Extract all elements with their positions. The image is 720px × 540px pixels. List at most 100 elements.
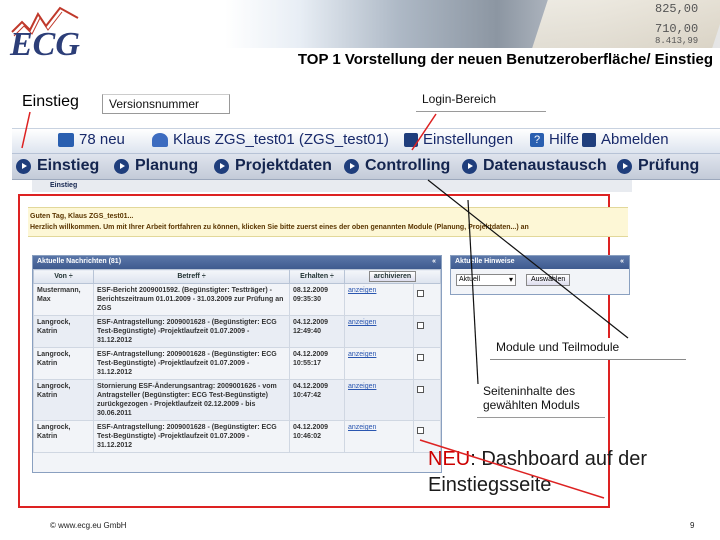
nav-label: Einstieg (37, 157, 100, 174)
col-subject[interactable]: Betreff ÷ (93, 269, 290, 284)
breadcrumb: Einstieg (32, 180, 632, 192)
cell-received: 04.12.2009 12:49:40 (289, 315, 345, 348)
show-link[interactable]: anzeigen (348, 287, 376, 294)
help-icon: ? (530, 132, 544, 147)
help-label: Hilfe (549, 131, 580, 148)
show-link[interactable]: anzeigen (348, 383, 376, 390)
help-link[interactable]: ? Hilfe (530, 131, 579, 148)
row-checkbox[interactable] (416, 354, 424, 361)
callout-dashboard: NEU: Dashboard auf der Einstiegsseite (428, 446, 720, 498)
header-photo: 825,00 710,00 8.413,99 (225, 0, 720, 48)
hints-panel: Aktuelle Hinweise « Aktuell Auswählen (450, 255, 630, 295)
cell-received: 04.12.2009 10:55:17 (289, 347, 345, 380)
envelope-icon (58, 132, 74, 147)
welcome-text: Herzlich willkommen. Um mit Ihrer Arbeit… (30, 224, 529, 231)
cell-subject: ESF-Antragstellung: 2009001628 - (Begüns… (93, 347, 290, 380)
welcome-banner: Guten Tag, Klaus ZGS_test01... Herzlich … (28, 207, 628, 237)
ecg-logo: ECG (10, 26, 80, 63)
slide-title: TOP 1 Vorstellung der neuen Benutzerober… (297, 51, 713, 68)
photo-number: 8.413,99 (655, 36, 699, 46)
cell-from: Langrock, Katrin (33, 420, 94, 453)
row-checkbox[interactable] (416, 290, 424, 297)
hints-filter-select[interactable]: Aktuell (456, 274, 516, 286)
photo-number: 710,00 (655, 22, 699, 36)
select-button[interactable]: Auswählen (526, 274, 571, 286)
nav-label: Datenaustausch (483, 157, 607, 174)
hints-title: Aktuelle Hinweise (455, 258, 515, 265)
cell-subject: ESF-Antragstellung: 2009001628 - (Begüns… (93, 315, 290, 348)
arrow-right-icon (114, 158, 129, 174)
archive-button[interactable]: archivieren (368, 271, 417, 282)
show-link[interactable]: anzeigen (348, 351, 376, 358)
cell-from: Mustermann, Max (33, 283, 94, 316)
cell-received: 04.12.2009 10:46:02 (289, 420, 345, 453)
hints-panel-header: Aktuelle Hinweise « (451, 256, 629, 269)
arrow-right-icon (214, 158, 229, 174)
news-table: Von ÷ Betreff ÷ Erhalten ÷ archivieren M… (33, 269, 442, 453)
footer-copyright: © www.ecg.eu GmbH (50, 521, 127, 530)
table-row: Langrock, Katrin Stornierung ESF-Änderun… (33, 379, 442, 421)
collapse-button[interactable]: « (432, 258, 436, 265)
logout-label: Abmelden (601, 131, 669, 148)
col-received[interactable]: Erhalten ÷ (289, 269, 345, 284)
user-name: Klaus ZGS_test01 (ZGS_test01) (173, 131, 389, 148)
row-checkbox[interactable] (416, 386, 424, 393)
settings-icon (404, 132, 418, 147)
show-link[interactable]: anzeigen (348, 319, 376, 326)
page-number: 9 (690, 521, 695, 530)
nav-label: Planung (135, 157, 199, 174)
nav-label: Prüfung (638, 157, 700, 174)
photo-number: 825,00 (655, 2, 699, 16)
col-from[interactable]: Von ÷ (33, 269, 94, 284)
collapse-button[interactable]: « (620, 258, 624, 265)
nav-planung[interactable]: Planung (114, 157, 198, 175)
callout-modules: Module und Teilmodule (490, 338, 686, 360)
table-row: Langrock, Katrin ESF-Antragstellung: 200… (33, 420, 442, 453)
callout-login: Login-Bereich (416, 90, 546, 112)
settings-label: Einstellungen (423, 131, 514, 148)
logout-link[interactable]: Abmelden (582, 131, 669, 148)
messages-link[interactable]: 78 neu (58, 131, 125, 148)
cell-from: Langrock, Katrin (33, 347, 94, 380)
welcome-greeting: Guten Tag, Klaus ZGS_test01... (30, 213, 134, 220)
logout-icon (582, 132, 596, 147)
cell-received: 04.12.2009 10:47:42 (289, 379, 345, 421)
cell-subject: ESF-Bericht 2009001592. (Begünstigter: T… (93, 283, 290, 316)
nav-label: Projektdaten (235, 157, 332, 174)
row-checkbox[interactable] (416, 427, 424, 434)
nav-projektdaten[interactable]: Projektdaten (214, 157, 332, 175)
nav-datenaustausch[interactable]: Datenaustausch (462, 157, 607, 175)
slide-label: Einstieg (22, 93, 79, 110)
messages-count: 78 neu (79, 131, 125, 148)
table-row: Langrock, Katrin ESF-Antragstellung: 200… (33, 315, 442, 348)
nav-pruefung[interactable]: Prüfung (617, 157, 699, 175)
settings-link[interactable]: Einstellungen (404, 131, 513, 148)
cell-subject: Stornierung ESF-Änderungsantrag: 2009001… (93, 379, 290, 421)
news-panel: Aktuelle Nachrichten (81) « Von ÷ Betref… (32, 255, 442, 473)
col-actions: archivieren (344, 269, 441, 284)
nav-einstieg[interactable]: Einstieg (16, 157, 99, 175)
table-row: Mustermann, Max ESF-Bericht 2009001592. … (33, 283, 442, 316)
top-toolbar: 78 neu Klaus ZGS_test01 (ZGS_test01) Ein… (12, 128, 720, 154)
main-nav: Einstieg Planung Projektdaten Controllin… (12, 154, 720, 180)
callout-version: Versionsnummer (102, 94, 230, 114)
nav-controlling[interactable]: Controlling (344, 157, 450, 175)
show-link[interactable]: anzeigen (348, 424, 376, 431)
cell-from: Langrock, Katrin (33, 379, 94, 421)
user-icon (152, 132, 168, 147)
arrow-right-icon (16, 158, 31, 174)
cell-from: Langrock, Katrin (33, 315, 94, 348)
arrow-right-icon (344, 158, 359, 174)
cell-subject: ESF-Antragstellung: 2009001628 - (Begüns… (93, 420, 290, 453)
news-panel-header: Aktuelle Nachrichten (81) « (33, 256, 441, 269)
arrow-right-icon (617, 158, 632, 174)
callout-content: Seiteninhalte des gewählten Moduls (477, 382, 605, 418)
news-title: Aktuelle Nachrichten (81) (37, 258, 122, 265)
table-row: Langrock, Katrin ESF-Antragstellung: 200… (33, 347, 442, 380)
neu-prefix: NEU (428, 448, 471, 470)
nav-label: Controlling (365, 157, 451, 174)
user-link[interactable]: Klaus ZGS_test01 (ZGS_test01) (152, 131, 389, 148)
arrow-right-icon (462, 158, 477, 174)
cell-received: 08.12.2009 09:35:30 (289, 283, 345, 316)
row-checkbox[interactable] (416, 322, 424, 329)
